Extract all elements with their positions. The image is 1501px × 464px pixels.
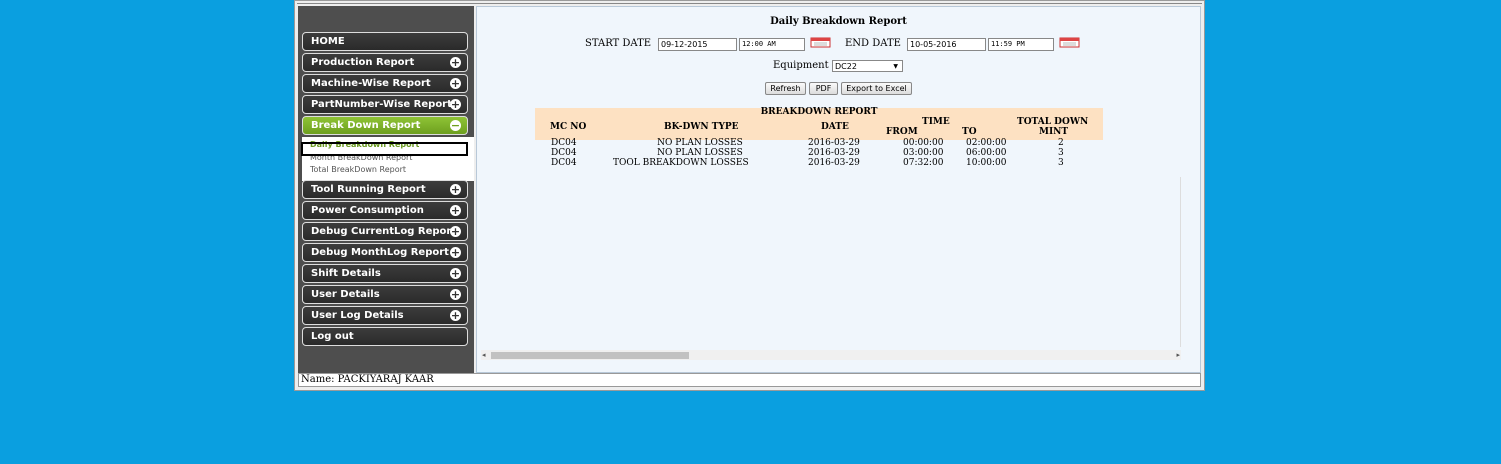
- selection-highlight: [301, 142, 468, 156]
- plus-icon: +: [450, 77, 461, 90]
- top-divider: [297, 3, 1202, 4]
- sidebar-item-label: User Log Details: [311, 310, 404, 321]
- sidebar-item-label: Shift Details: [311, 268, 381, 279]
- sidebar-item-debug-monthlog-report[interactable]: Debug MonthLog Report +: [302, 243, 468, 262]
- calendar-icon[interactable]: [1059, 36, 1081, 48]
- plus-icon: +: [450, 288, 461, 301]
- header-time: TIME: [922, 117, 950, 127]
- header-mc-no: MC NO: [550, 122, 587, 132]
- table-cell-to: 02:00:00: [966, 138, 1007, 148]
- start-time-input[interactable]: 12:00 AM: [739, 38, 805, 51]
- sidebar-item-partnumber-wise-report[interactable]: PartNumber-Wise Report +: [302, 95, 468, 114]
- end-date-label: END DATE: [845, 38, 901, 49]
- plus-icon: +: [450, 309, 461, 322]
- sidebar-item-label: Tool Running Report: [311, 184, 426, 195]
- end-time-input[interactable]: 11:59 PM: [988, 38, 1054, 51]
- table-caption: BREAKDOWN REPORT: [760, 107, 878, 117]
- sidebar-item-label: Machine-Wise Report: [311, 78, 431, 89]
- header-date: DATE: [821, 122, 849, 132]
- plus-icon: +: [450, 204, 461, 217]
- plus-icon: +: [450, 225, 461, 238]
- sidebar-item-home[interactable]: HOME: [302, 32, 468, 51]
- table-cell-bk-type: TOOL BREAKDOWN LOSSES: [613, 158, 749, 168]
- sidebar-item-power-consumption[interactable]: Power Consumption +: [302, 201, 468, 220]
- table-cell-from: 03:00:00: [903, 148, 944, 158]
- header-from: FROM: [886, 127, 918, 137]
- header-to: TO: [962, 127, 977, 137]
- table-cell-mc-no: DC04: [551, 158, 577, 168]
- header-mint: MINT: [1039, 127, 1069, 137]
- scroll-right-icon[interactable]: ▸: [1176, 350, 1180, 360]
- report-panel: Daily Breakdown Report START DATE 09-12-…: [476, 6, 1201, 373]
- table-cell-from: 07:32:00: [903, 158, 944, 168]
- table-cell-bk-type: NO PLAN LOSSES: [657, 148, 743, 158]
- sidebar-item-shift-details[interactable]: Shift Details +: [302, 264, 468, 283]
- pdf-button[interactable]: PDF: [809, 82, 838, 95]
- table-cell-to: 06:00:00: [966, 148, 1007, 158]
- equipment-selected-value: DC22: [835, 62, 857, 71]
- plus-icon: +: [450, 267, 461, 280]
- scroll-thumb[interactable]: [491, 352, 689, 359]
- sidebar-item-debug-currentlog-report[interactable]: Debug CurrentLog Report +: [302, 222, 468, 241]
- sidebar-item-label: Debug CurrentLog Report: [311, 226, 457, 237]
- sidebar-item-label: Debug MonthLog Report: [311, 247, 449, 258]
- export-excel-button[interactable]: Export to Excel: [841, 82, 912, 95]
- sidebar-item-tool-running-report[interactable]: Tool Running Report +: [302, 180, 468, 199]
- equipment-label: Equipment: [773, 60, 829, 71]
- sidebar-item-production-report[interactable]: Production Report +: [302, 53, 468, 72]
- table-cell-total: 2: [1058, 138, 1064, 148]
- sidebar-item-label: Production Report: [311, 57, 415, 68]
- sidebar-item-label: Break Down Report: [311, 120, 421, 131]
- refresh-button[interactable]: Refresh: [765, 82, 806, 95]
- submenu-total-breakdown-report[interactable]: Total BreakDown Report: [310, 165, 406, 174]
- user-name-footer: Name: PACKIYARAJ KAAR: [298, 373, 1201, 387]
- minus-icon: −: [450, 119, 461, 132]
- sidebar-item-user-log-details[interactable]: User Log Details +: [302, 306, 468, 325]
- app-frame: HOME Production Report + Machine-Wise Rep…: [294, 0, 1205, 391]
- page-title: Daily Breakdown Report: [770, 16, 907, 27]
- sidebar-item-label: Log out: [311, 331, 354, 342]
- table-cell-date: 2016-03-29: [808, 138, 860, 148]
- sidebar-item-label: PartNumber-Wise Report: [311, 99, 452, 110]
- table-cell-mc-no: DC04: [551, 148, 577, 158]
- table-cell-date: 2016-03-29: [808, 148, 860, 158]
- panel-divider: [1180, 177, 1181, 347]
- header-total-down: TOTAL DOWN: [1017, 117, 1089, 127]
- sidebar-item-break-down-report[interactable]: Break Down Report −: [302, 116, 468, 135]
- table-cell-mc-no: DC04: [551, 138, 577, 148]
- chevron-down-icon: ▼: [893, 63, 898, 70]
- table-cell-bk-type: NO PLAN LOSSES: [657, 138, 743, 148]
- start-date-label: START DATE: [585, 38, 652, 49]
- sidebar-item-label: Power Consumption: [311, 205, 424, 216]
- sidebar-item-machine-wise-report[interactable]: Machine-Wise Report +: [302, 74, 468, 93]
- plus-icon: +: [450, 246, 461, 259]
- sidebar-item-log-out[interactable]: Log out: [302, 327, 468, 346]
- sidebar: HOME Production Report + Machine-Wise Rep…: [298, 6, 501, 373]
- plus-icon: +: [450, 98, 461, 111]
- table-cell-to: 10:00:00: [966, 158, 1007, 168]
- table-cell-total: 3: [1058, 148, 1064, 158]
- table-cell-date: 2016-03-29: [808, 158, 860, 168]
- table-cell-from: 00:00:00: [903, 138, 944, 148]
- scroll-left-icon[interactable]: ◂: [482, 350, 486, 360]
- calendar-icon[interactable]: [810, 36, 832, 48]
- end-date-input[interactable]: 10-05-2016: [907, 38, 986, 51]
- table-cell-total: 3: [1058, 158, 1064, 168]
- plus-icon: +: [450, 183, 461, 196]
- horizontal-scrollbar[interactable]: ◂ ▸: [481, 350, 1181, 360]
- sidebar-item-label: HOME: [311, 36, 345, 47]
- equipment-select[interactable]: DC22 ▼: [832, 60, 903, 72]
- plus-icon: +: [450, 56, 461, 69]
- sidebar-item-label: User Details: [311, 289, 380, 300]
- sidebar-item-user-details[interactable]: User Details +: [302, 285, 468, 304]
- start-date-input[interactable]: 09-12-2015: [658, 38, 737, 51]
- header-bk-dwn-type: BK-DWN TYPE: [664, 122, 739, 132]
